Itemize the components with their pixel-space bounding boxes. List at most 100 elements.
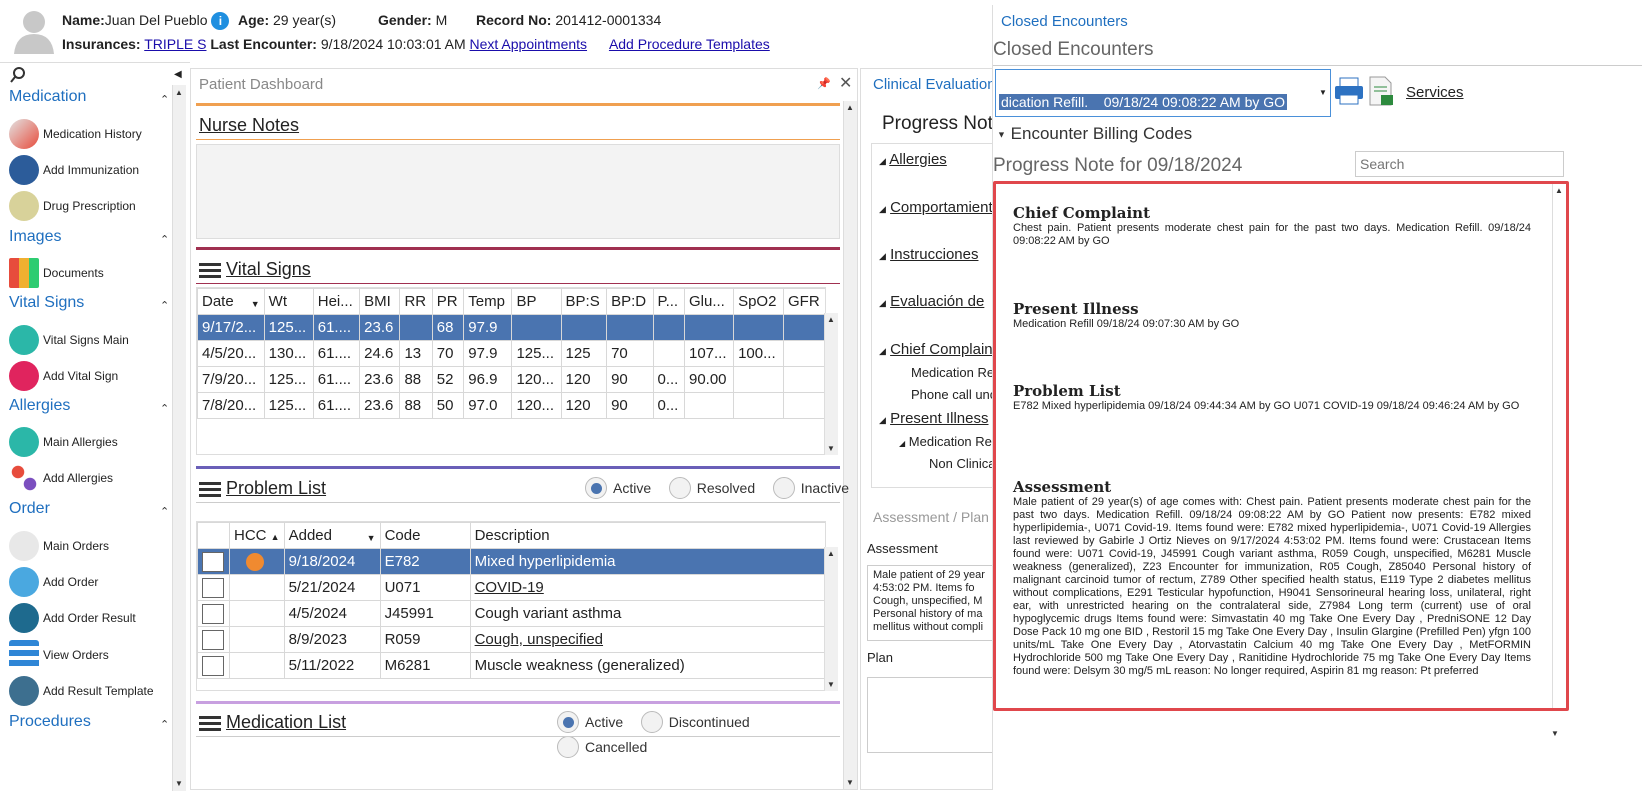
col-added[interactable]: Added ▼ (283, 522, 381, 549)
billing-codes-expander[interactable]: ▼ Encounter Billing Codes (997, 124, 1192, 144)
column-header[interactable]: Glu... (683, 288, 735, 315)
chevron-up-icon[interactable]: ⌃ (160, 233, 169, 246)
tree-item-chief-complaint[interactable]: ◢ Chief Complaint (879, 341, 997, 358)
column-header[interactable]: SpO2 (733, 288, 785, 315)
expand-icon[interactable]: ◢ (879, 346, 886, 356)
scroll-down-icon[interactable]: ▼ (827, 444, 835, 453)
tree-subitem[interactable]: Medication Re (911, 365, 994, 380)
closed-encounters-tab[interactable]: Closed Encounters (1001, 13, 1128, 30)
export-document-icon[interactable] (1367, 75, 1395, 110)
med-filter-cancelled-radio[interactable]: Cancelled (557, 736, 647, 758)
medication-list-heading[interactable]: Medication List (226, 712, 346, 732)
problem-list-heading[interactable]: Problem List (226, 478, 326, 498)
section-order[interactable]: Order (9, 500, 50, 518)
table-row[interactable]: 5/11/2022 M6281 Muscle weakness (general… (197, 652, 825, 679)
tree-subitem[interactable]: Phone call unc (911, 387, 996, 402)
panel-scrollbar[interactable]: ▼ (1549, 713, 1563, 743)
sidebar-item-add-result-template[interactable]: Add Result Template (9, 676, 154, 706)
tree-item-evaluacion[interactable]: ◢ Evaluación de (879, 293, 984, 310)
column-header[interactable]: GFR (783, 288, 825, 315)
table-row[interactable]: 9/17/2... 125... 61.... 23.6 68 97.9 (197, 314, 825, 341)
description-link[interactable]: Cough, unspecified (475, 631, 603, 648)
services-link[interactable]: Services (1406, 84, 1464, 101)
expand-icon[interactable]: ◢ (879, 204, 886, 214)
column-header[interactable]: Hei... (312, 288, 361, 315)
med-filter-active-radio[interactable]: Active (557, 711, 623, 733)
tree-item-allergies[interactable]: ◢ Allergies (879, 151, 947, 168)
tree-subitem-medication[interactable]: ◢ Medication Re (899, 434, 992, 449)
info-icon[interactable]: i (211, 12, 230, 31)
sidebar-item-add-allergies[interactable]: Add Allergies (9, 463, 113, 493)
row-checkbox[interactable] (197, 626, 230, 653)
sidebar-item-view-orders[interactable]: View Orders (9, 640, 109, 670)
chevron-down-icon[interactable]: ▼ (1319, 88, 1327, 97)
expand-icon[interactable]: ◢ (879, 298, 886, 308)
scroll-down-icon[interactable]: ▼ (846, 778, 854, 787)
vitals-scrollbar[interactable]: ▲ ▼ (824, 313, 838, 455)
column-header[interactable]: RR (399, 288, 433, 315)
row-checkbox[interactable] (197, 548, 230, 575)
column-header[interactable]: Date ▼ (197, 288, 265, 315)
cell-description[interactable]: COVID-19 (469, 574, 825, 601)
note-scrollbar[interactable]: ▲ (1552, 184, 1566, 708)
filter-active-radio[interactable]: Active (585, 477, 651, 499)
sidebar-item-add-immunization[interactable]: Add Immunization (9, 155, 139, 185)
nurse-notes-heading[interactable]: Nurse Notes (199, 115, 299, 136)
section-procedures[interactable]: Procedures (9, 713, 91, 731)
row-checkbox[interactable] (197, 574, 230, 601)
section-allergies[interactable]: Allergies (9, 397, 70, 415)
add-procedure-templates-link[interactable]: Add Procedure Templates (609, 36, 770, 52)
next-appointments-link[interactable]: Next Appointments (470, 36, 588, 52)
filter-inactive-radio[interactable]: Inactive (772, 477, 849, 499)
expand-icon[interactable]: ◢ (879, 251, 886, 261)
chevron-up-icon[interactable]: ⌃ (160, 93, 169, 106)
sidebar-item-medication-history[interactable]: Medication History (9, 119, 142, 149)
column-header[interactable]: BP (511, 288, 562, 315)
sidebar-item-vital-signs-main[interactable]: Vital Signs Main (9, 325, 129, 355)
vital-signs-heading[interactable]: Vital Signs (226, 259, 311, 279)
collapse-sidebar-icon[interactable]: ◀ (174, 69, 182, 80)
med-filter-discontinued-radio[interactable]: Discontinued (640, 711, 750, 733)
table-row[interactable]: 4/5/2024 J45991 Cough variant asthma (197, 600, 825, 627)
col-code[interactable]: Code (379, 522, 471, 549)
row-checkbox[interactable] (197, 600, 230, 627)
chevron-up-icon[interactable]: ⌃ (160, 505, 169, 518)
dropdown-icon[interactable]: ▼ (251, 299, 260, 309)
filter-resolved-radio[interactable]: Resolved (668, 477, 755, 499)
search-icon[interactable] (9, 66, 27, 87)
scroll-down-icon[interactable]: ▼ (827, 680, 835, 689)
column-header[interactable]: Temp (463, 288, 513, 315)
menu-icon[interactable] (199, 260, 221, 281)
sidebar-item-documents[interactable]: Documents (9, 258, 104, 288)
tree-item-instrucciones[interactable]: ◢ Instrucciones (879, 246, 978, 263)
expand-icon[interactable]: ◢ (899, 439, 905, 448)
section-medication[interactable]: Medication (9, 88, 86, 106)
expander-icon[interactable]: ▼ (997, 130, 1006, 140)
column-header[interactable]: BMI (359, 288, 401, 315)
tree-item-present-illness[interactable]: ◢ Present Illness (879, 410, 988, 427)
col-description[interactable]: Description (469, 522, 825, 549)
sidebar-item-drug-prescription[interactable]: Drug Prescription (9, 191, 136, 221)
scroll-down-icon[interactable]: ▼ (175, 779, 183, 788)
scroll-up-icon[interactable]: ▲ (827, 549, 835, 558)
scroll-up-icon[interactable]: ▲ (175, 88, 183, 97)
menu-icon[interactable] (199, 479, 221, 500)
pin-icon[interactable]: 📌 (817, 77, 831, 90)
assessment-textarea[interactable]: Male patient of 29 year 4:53:02 PM. Item… (867, 565, 999, 641)
table-row[interactable]: 4/5/20... 130... 61.... 24.6 13 70 97.9 125... 1… (197, 340, 825, 367)
sidebar-item-main-orders[interactable]: Main Orders (9, 531, 109, 561)
column-header[interactable]: BP:S (560, 288, 608, 315)
description-link[interactable]: COVID-19 (475, 579, 544, 596)
column-header[interactable]: PR (431, 288, 465, 315)
chevron-up-icon[interactable]: ⌃ (160, 402, 169, 415)
dashboard-scrollbar[interactable]: ▲ ▼ (843, 101, 857, 789)
search-input[interactable] (1355, 151, 1564, 177)
table-row[interactable]: 5/21/2024 U071 COVID-19 (197, 574, 825, 601)
section-images[interactable]: Images (9, 228, 61, 246)
sidebar-item-add-order[interactable]: Add Order (9, 567, 98, 597)
chevron-up-icon[interactable]: ⌃ (160, 299, 169, 312)
tree-subitem[interactable]: Non Clinical (929, 456, 998, 471)
col-hcc[interactable]: HCC ▲ (229, 522, 285, 549)
close-icon[interactable]: ✕ (839, 73, 852, 93)
sidebar-item-add-order-result[interactable]: Add Order Result (9, 603, 136, 633)
